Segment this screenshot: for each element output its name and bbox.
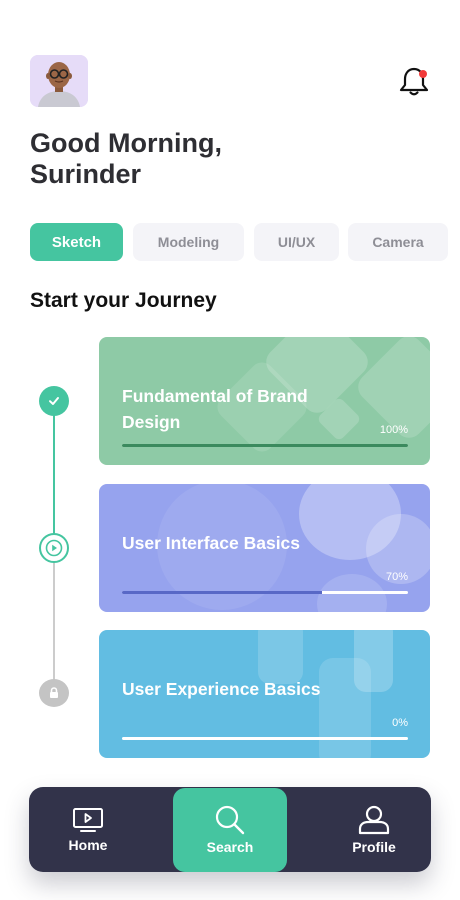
course-progress-bar <box>122 737 408 740</box>
timeline-node-in-progress <box>39 533 69 563</box>
play-icon <box>45 539 63 557</box>
avatar[interactable] <box>30 55 88 107</box>
tv-icon <box>73 807 103 832</box>
course-progress-label: 100% <box>379 424 408 436</box>
course-title: User Experience Basics <box>122 679 321 699</box>
progress-fill <box>122 444 408 447</box>
progress-fill <box>122 591 323 594</box>
search-icon <box>215 805 245 835</box>
bell-icon <box>399 67 429 96</box>
lock-icon <box>50 687 58 698</box>
course-progress-bar <box>122 591 408 594</box>
nav-profile-label: Profile <box>352 838 396 855</box>
tab-ui-ux[interactable]: UI/UX <box>254 223 339 261</box>
tab-camera[interactable]: Camera <box>348 223 448 261</box>
greeting-heading: Good Morning, Surinder <box>30 128 222 190</box>
nav-profile[interactable]: Profile <box>341 787 407 872</box>
tab-modeling[interactable]: Modeling <box>133 223 244 261</box>
nav-search[interactable]: Search <box>173 788 287 872</box>
user-icon <box>358 805 390 834</box>
nav-home[interactable]: Home <box>58 787 118 872</box>
tab-sketch[interactable]: Sketch <box>30 223 123 261</box>
notification-button[interactable] <box>398 66 432 98</box>
greeting-user-name: Surinder <box>30 159 142 189</box>
course-card-ui-basics[interactable]: User Interface Basics 70% <box>99 484 430 612</box>
check-icon <box>49 397 59 405</box>
user-avatar-icon <box>30 55 88 107</box>
course-progress-label: 0% <box>392 717 408 729</box>
nav-home-label: Home <box>68 836 108 853</box>
timeline-node-completed <box>39 386 69 416</box>
course-card-brand-design[interactable]: Fundamental of Brand Design 100% <box>99 337 430 465</box>
course-progress-bar <box>122 444 408 447</box>
course-title: User Interface Basics <box>122 533 301 553</box>
timeline-node-locked <box>39 679 69 707</box>
card-decoration <box>319 658 371 758</box>
timeline-segment-complete <box>53 414 55 538</box>
section-title: Start your Journey <box>30 289 217 312</box>
bottom-navigation: Home Search Profile <box>29 787 431 872</box>
timeline-segment-locked <box>53 562 55 682</box>
course-progress-label: 70% <box>385 571 408 583</box>
course-card-ux-basics[interactable]: User Experience Basics 0% <box>99 630 430 758</box>
nav-search-label: Search <box>206 839 254 855</box>
greeting-line-1: Good Morning, <box>30 128 222 158</box>
course-title: Fundamental of Brand Design <box>122 386 308 432</box>
notification-dot <box>419 70 427 78</box>
